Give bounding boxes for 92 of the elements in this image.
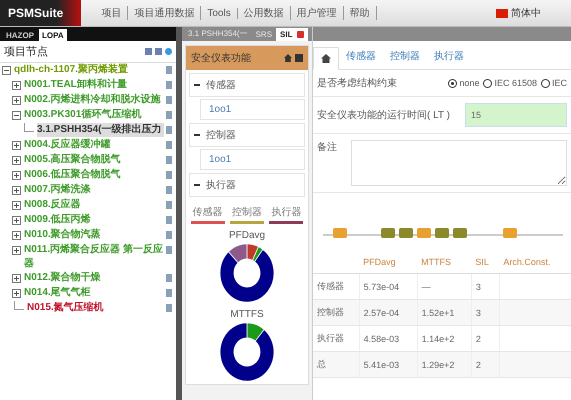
flag-icon [496,8,508,18]
table-cell: 2 [471,352,500,378]
toggle-icon[interactable] [12,96,21,105]
voting-item[interactable]: 1oo1 [200,99,305,120]
tree-node[interactable]: N010.聚合物汽蒸 [24,228,164,242]
tree-node[interactable]: 3.1.PSHH354(一级排出压力 [37,123,164,137]
group-label[interactable]: 执行器 [206,178,236,192]
tree-node[interactable]: N007.丙烯洗涤 [24,183,164,197]
menu-item[interactable]: Tools [201,8,238,18]
tree-tab[interactable]: LOPA [39,29,67,41]
toggle-icon[interactable] [12,246,21,255]
toggle-icon[interactable] [12,201,21,210]
home-tab[interactable] [313,47,339,70]
tab[interactable]: 控制器 [383,43,427,69]
donut-chart-drawing [220,243,274,302]
toggle-icon[interactable] [12,111,21,120]
tree-node[interactable]: N015.氮气压缩机 [27,301,164,315]
tree-node[interactable]: N003.PK301循环气压缩机 [24,108,164,122]
refresh-icon[interactable] [165,48,172,55]
column-header: PFDavg [359,251,418,274]
field-label: 备注 [317,140,337,154]
tree-node[interactable]: N005.高压聚合物脱气 [24,153,164,167]
tree-node[interactable]: qdlh-ch-1107.聚丙烯装置 [14,63,164,77]
tree-node[interactable]: N012.聚合物干燥 [24,271,164,285]
language-selector[interactable]: 简体中 [511,6,541,20]
menu-item[interactable]: 项目通用数据 [128,6,202,20]
panel-title: 项目节点 [4,44,49,59]
radio-option[interactable]: none [448,78,480,88]
row-label: 总 [313,352,360,378]
radio-option[interactable]: IEC 61508 [483,78,537,88]
text-area[interactable] [351,140,567,186]
toggle-icon[interactable] [12,141,21,150]
legend-label: 执行器 [271,206,302,219]
home-icon [321,54,331,63]
section-title: 安全仪表功能 [191,52,252,65]
radio-button[interactable] [540,78,550,88]
toggle-icon[interactable] [2,66,11,75]
column-header: SIL [471,251,500,274]
minus-icon[interactable] [194,134,200,136]
tree-node[interactable]: N002.丙烯进料冷却和脱水设施 [24,93,164,107]
row-label: 控制器 [313,300,360,326]
chart-title: MTTFS [229,309,265,320]
toggle-icon[interactable] [12,274,21,283]
tab[interactable]: 执行器 [427,43,471,69]
input-field[interactable]: 15 [465,103,567,127]
minus-icon[interactable] [194,84,200,86]
tree-node[interactable]: N008.反应器 [24,198,164,212]
menu-item[interactable]: 项目 [95,6,128,20]
field-label: 安全仪表功能的运行时间( LT ) [317,108,451,122]
radio-button[interactable] [448,78,458,88]
table-cell: 2.57e-04 [359,300,418,326]
legend-label: 控制器 [232,206,262,219]
toggle-icon[interactable] [12,186,21,195]
tree-node[interactable]: N011.丙烯聚合反应器 第一反应器 [24,243,164,271]
column-header: MTTFS [417,251,472,274]
radio-button[interactable] [483,78,492,88]
radio-option[interactable]: IEC [540,78,567,88]
document-tab[interactable]: SRS [252,28,276,41]
tree-node[interactable]: N004.反应器缓冲罐 [24,138,164,152]
minus-icon[interactable] [194,184,200,186]
group-label[interactable]: 传感器 [206,78,236,92]
tree-tab[interactable]: HAZOP [3,29,37,41]
table-cell: 1.52e+1 [417,300,472,326]
field-label: 是否考虑结构约束 [317,76,398,90]
close-icon[interactable] [296,31,304,38]
toggle-icon[interactable] [12,216,21,225]
tree-node[interactable]: N006.低压聚合物脱气 [24,168,164,182]
tree-node[interactable]: N014.尾气气柜 [24,286,164,300]
toggle-icon[interactable] [12,171,21,180]
app-logo: PSMSuite [0,0,82,26]
toggle-icon[interactable] [12,289,21,298]
menu-item[interactable]: 公用数据 [238,6,291,20]
donut-chart-drawing [220,322,274,382]
table-cell: 1.29e+2 [417,352,472,378]
toggle-icon[interactable] [12,156,21,165]
legend-label: 传感器 [192,206,223,219]
table-cell: 3 [471,300,500,326]
tree-node[interactable]: N009.低压丙烯 [24,213,164,227]
toggle-icon[interactable] [12,81,21,90]
menu-item[interactable]: 帮助 [344,6,377,20]
tab[interactable]: 传感器 [339,43,383,69]
table-cell: 5.41e-03 [359,352,418,378]
voting-item[interactable]: 1oo1 [200,149,305,170]
home-icon[interactable] [284,54,292,62]
toggle-icon[interactable] [12,231,21,240]
group-label[interactable]: 控制器 [206,128,236,142]
menu-item[interactable]: 用户管理 [290,6,344,20]
column-header: Arch.Const. [499,251,571,274]
tree-node[interactable]: N001.TEAL卸料和计量 [24,78,164,92]
chart-title: PFDavg [228,230,266,241]
document-tab[interactable]: SIL [276,28,308,41]
document-tab[interactable]: 3.1 PSHH354(一 [184,26,252,41]
